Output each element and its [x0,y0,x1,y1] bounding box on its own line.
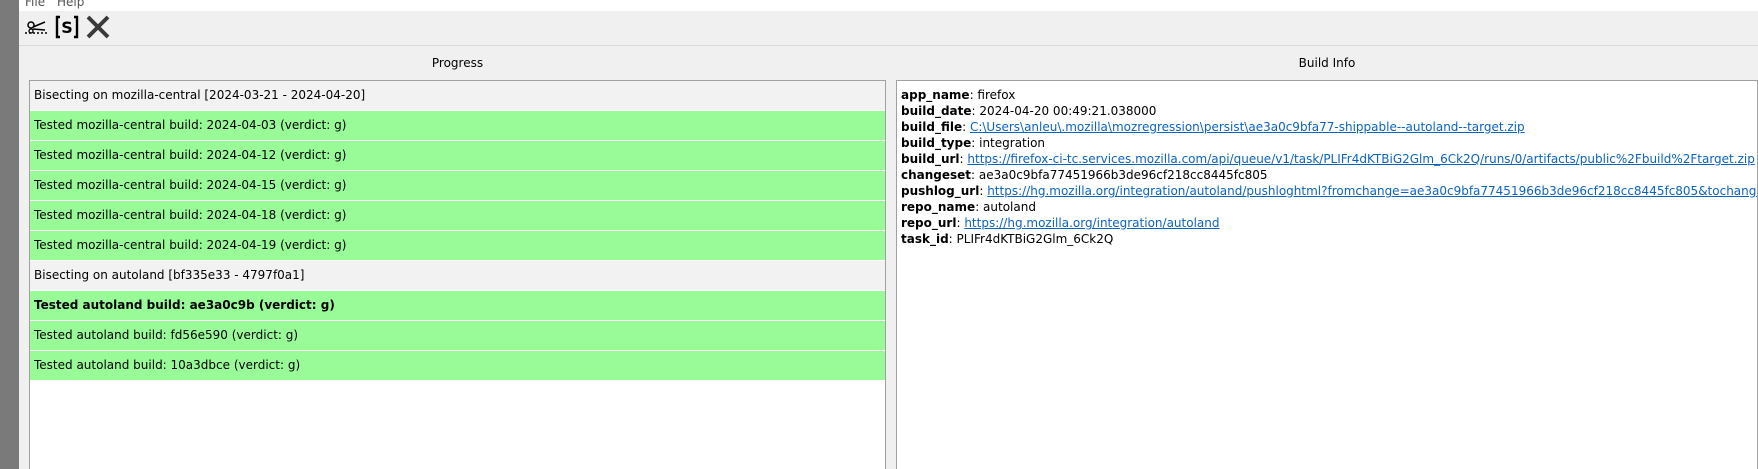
close-icon [85,14,111,43]
build-info-key: build_url [901,152,960,166]
progress-panel: Bisecting on mozilla-central [2024-03-21… [29,80,886,469]
progress-row[interactable]: Tested autoland build: ae3a0c9b (verdict… [30,291,885,321]
build-info-list: app_name: firefox build_date: 2024-04-20 … [897,81,1757,247]
build-info-row: repo_name: autoland [901,200,1036,214]
build-info-row: repo_url: https://hg.mozilla.org/integra… [901,216,1220,230]
progress-row[interactable]: Tested mozilla-central build: 2024-04-03… [30,111,885,141]
new-bisection-button[interactable] [21,13,51,43]
build-info-title: Build Info [1298,56,1356,70]
progress-section-header[interactable]: Bisecting on mozilla-central [2024-03-21… [30,81,885,111]
svg-text:S: S [61,18,73,37]
progress-title: Progress [431,56,484,70]
build-info-value: firefox [977,88,1016,102]
export-s-icon: S [54,14,80,43]
build-info-key: repo_url [901,216,957,230]
build-info-key: app_name [901,88,970,102]
progress-section-header[interactable]: Bisecting on autoland [bf335e33 - 4797f0… [30,261,885,291]
build-info-link[interactable]: C:\Users\anleu\.mozilla\mozregression\pe… [970,120,1525,134]
build-info-value: ae3a0c9bfa77451966b3de96cf218cc8445fc805 [978,168,1268,182]
build-info-row: build_url: https://firefox-ci-tc.service… [901,152,1755,166]
build-info-row: changeset: ae3a0c9bfa77451966b3de96cf218… [901,168,1268,182]
build-info-key: build_type [901,136,972,150]
progress-row[interactable]: Tested mozilla-central build: 2024-04-19… [30,231,885,261]
build-info-link[interactable]: https://hg.mozilla.org/integration/autol… [964,216,1219,230]
single-run-button[interactable]: S [52,13,82,43]
build-info-key: repo_name [901,200,976,214]
build-info-row: app_name: firefox [901,88,1016,102]
build-info-key: build_file [901,120,963,134]
progress-row[interactable]: Tested autoland build: fd56e590 (verdict… [30,321,885,351]
stop-button[interactable] [83,13,113,43]
window-left-edge [0,0,19,469]
toolbar: S [19,11,1758,46]
menu-file[interactable]: File [25,0,45,9]
build-info-row: build_type: integration [901,136,1046,150]
menu-help[interactable]: Help [57,0,84,9]
build-info-key: pushlog_url [901,184,980,198]
menubar: File Help [19,0,1758,11]
build-info-key: build_date [901,104,972,118]
mozregression-window: File Help S Progress Build Info Bisectin… [19,0,1758,469]
build-info-value: integration [979,136,1046,150]
build-info-row: build_file: C:\Users\anleu\.mozilla\mozr… [901,120,1525,134]
progress-list: Bisecting on mozilla-central [2024-03-21… [30,81,885,381]
build-info-value: autoland [983,200,1036,214]
progress-row[interactable]: Tested mozilla-central build: 2024-04-12… [30,141,885,171]
build-info-key: changeset [901,168,972,182]
progress-row[interactable]: Tested mozilla-central build: 2024-04-18… [30,201,885,231]
build-info-link[interactable]: https://hg.mozilla.org/integration/autol… [987,184,1757,198]
build-info-key: task_id [901,232,949,246]
build-info-row: build_date: 2024-04-20 00:49:21.038000 [901,104,1157,118]
build-info-link[interactable]: https://firefox-ci-tc.services.mozilla.c… [967,152,1754,166]
build-info-row: task_id: PLIFr4dKTBiG2Glm_6Ck2Q [901,232,1114,246]
build-info-row: pushlog_url: https://hg.mozilla.org/inte… [901,183,1757,199]
build-info-value: 2024-04-20 00:49:21.038000 [979,104,1157,118]
build-info-value: PLIFr4dKTBiG2Glm_6Ck2Q [956,232,1114,246]
progress-row[interactable]: Tested autoland build: 10a3dbce (verdict… [30,351,885,381]
progress-row[interactable]: Tested mozilla-central build: 2024-04-15… [30,171,885,201]
scissors-icon [23,16,49,41]
build-info-panel: app_name: firefox build_date: 2024-04-20 … [896,80,1758,469]
